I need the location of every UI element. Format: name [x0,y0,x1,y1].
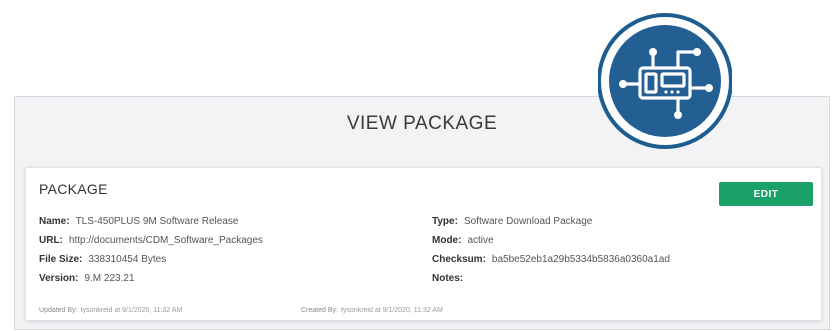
field-notes-label: Notes: [432,273,464,284]
field-notes: Notes: [432,273,469,284]
field-file-size-value: 338310454 Bytes [88,254,167,265]
field-version: Version: 9.M 223.21 [39,273,135,284]
card-title: PACKAGE [39,181,108,197]
field-url: URL: http://documents/CDM_Software_Packag… [39,235,263,246]
field-version-value: 9.M 223.21 [84,273,135,284]
edit-button[interactable]: EDIT [719,182,813,206]
updated-by: Updated By: tysonkreid at 9/1/2020, 11:32… [39,307,182,314]
field-mode: Mode: active [432,235,494,246]
field-url-value: http://documents/CDM_Software_Packages [68,235,263,246]
field-version-label: Version: [39,273,79,284]
updated-by-label: Updated By: [39,307,78,314]
field-url-label: URL: [39,235,63,246]
created-by-label: Created By: [301,307,338,314]
field-mode-value: active [467,235,494,246]
field-type: Type: Software Download Package [432,216,592,227]
created-by: Created By: tysonkreid at 9/1/2020, 11:32… [301,307,443,314]
updated-by-value: tysonkreid at 9/1/2020, 11:32 AM [80,307,183,314]
field-name-label: Name: [39,216,70,227]
field-type-value: Software Download Package [463,216,593,227]
field-checksum: Checksum: ba5be52eb1a29b5334b5836a0360a1a… [432,254,670,265]
field-file-size-label: File Size: [39,254,83,265]
circuit-device-icon [598,13,732,149]
field-checksum-label: Checksum: [432,254,486,265]
field-name-value: TLS-450PLUS 9M Software Release [75,216,239,227]
field-name: Name: TLS-450PLUS 9M Software Release [39,216,238,227]
field-file-size: File Size: 338310454 Bytes [39,254,166,265]
field-type-label: Type: [432,216,458,227]
field-mode-label: Mode: [432,235,462,246]
package-card: PACKAGE EDIT Name: TLS-450PLUS 9M Softwar… [25,167,822,321]
created-by-value: tysonkreid at 9/1/2020, 11:32 AM [340,307,443,314]
field-checksum-value: ba5be52eb1a29b5334b5836a0360a1ad [491,254,670,265]
